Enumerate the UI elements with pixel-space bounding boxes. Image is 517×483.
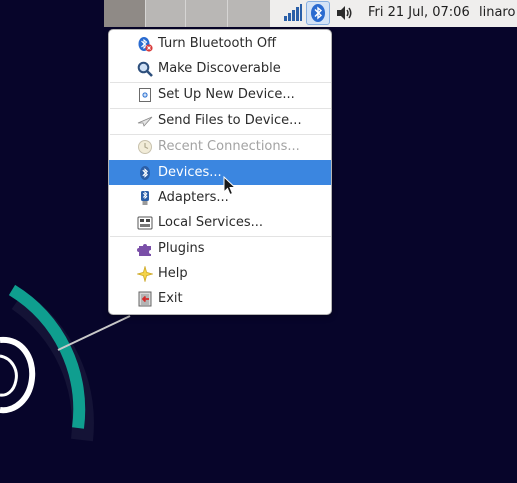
panel-left-area	[0, 0, 104, 27]
recent-clock-icon	[138, 140, 152, 154]
workspace-2-button[interactable]	[145, 0, 185, 27]
menu-item-label: Turn Bluetooth Off	[158, 36, 277, 51]
menu-item-label: Devices...	[158, 165, 222, 180]
menu-item-label: Send Files to Device...	[158, 113, 302, 128]
magnifier-icon	[137, 61, 153, 77]
menu-item-turn-bluetooth-off[interactable]: Turn Bluetooth Off	[109, 31, 331, 56]
menu-item-label: Make Discoverable	[158, 61, 281, 76]
clock[interactable]: Fri 21 Jul, 07:06	[368, 5, 470, 20]
menu-item-label: Plugins	[158, 241, 205, 256]
workspace-1-button[interactable]	[104, 0, 145, 27]
network-signal-icon[interactable]	[283, 4, 303, 22]
menu-item-recent-connections[interactable]: Recent Connections...	[109, 134, 331, 159]
bluetooth-tray-button[interactable]	[306, 1, 330, 25]
menu-item-plugins[interactable]: Plugins	[109, 236, 331, 261]
volume-icon[interactable]	[336, 5, 353, 21]
menu-item-label: Help	[158, 266, 188, 281]
menu-item-label: Recent Connections...	[158, 139, 300, 154]
local-services-icon	[137, 216, 153, 230]
menu-item-help[interactable]: Help	[109, 261, 331, 286]
menu-item-devices[interactable]: Devices...	[109, 160, 331, 185]
mouse-cursor-icon	[223, 176, 237, 196]
menu-item-label: Local Services...	[158, 215, 264, 230]
user-name[interactable]: linaro	[479, 5, 515, 20]
menu-item-label: Exit	[158, 291, 183, 306]
bluetooth-off-icon	[138, 37, 153, 52]
workspace-3-button[interactable]	[185, 0, 227, 27]
bluetooth-devices-icon	[140, 166, 150, 180]
help-star-icon	[137, 266, 153, 282]
menu-item-adapters[interactable]: Adapters...	[109, 185, 331, 210]
menu-item-exit[interactable]: Exit	[109, 286, 331, 311]
new-device-icon	[139, 88, 151, 102]
top-panel: Fri 21 Jul, 07:06 linaro	[0, 0, 517, 27]
puzzle-piece-icon	[137, 244, 151, 256]
menu-item-set-up-new-device[interactable]: Set Up New Device...	[109, 82, 331, 107]
menu-item-local-services[interactable]: Local Services...	[109, 210, 331, 235]
menu-item-label: Set Up New Device...	[158, 87, 295, 102]
adapter-icon	[141, 191, 149, 205]
menu-item-make-discoverable[interactable]: Make Discoverable	[109, 56, 331, 81]
exit-door-icon	[138, 291, 152, 307]
send-file-icon	[137, 116, 153, 127]
workspace-4-button[interactable]	[227, 0, 270, 27]
menu-item-send-files[interactable]: Send Files to Device...	[109, 108, 331, 133]
menu-item-label: Adapters...	[158, 190, 229, 205]
bluetooth-icon	[311, 4, 325, 22]
bluetooth-menu: Turn Bluetooth Off Make Discoverable Set…	[108, 29, 332, 315]
